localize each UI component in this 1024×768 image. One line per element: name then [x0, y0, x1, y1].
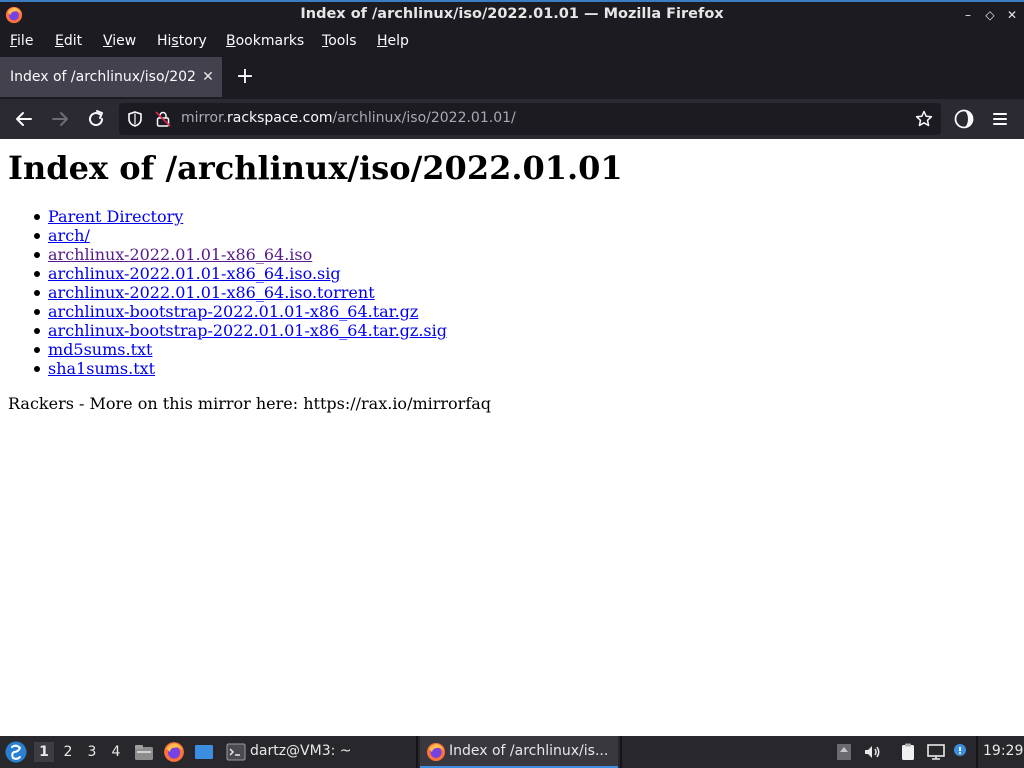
menu-history-mnemonic: s	[171, 33, 179, 49]
link-bootstrap-tar-sig[interactable]: archlinux-bootstrap-2022.01.01-x86_64.ta…	[48, 321, 447, 340]
reload-icon[interactable]	[84, 107, 108, 131]
terminal-icon	[226, 743, 246, 761]
tray-updates-icon[interactable]	[834, 742, 854, 762]
list-item: arch/	[34, 226, 447, 245]
task-firefox[interactable]: Index of /archlinux/is...	[420, 736, 618, 768]
menu-history-label: tory	[178, 33, 207, 49]
url-subdomain: mirror.	[181, 110, 227, 126]
url-text[interactable]: mirror.rackspace.com/archlinux/iso/2022.…	[181, 110, 516, 126]
link-iso[interactable]: archlinux-2022.01.01-x86_64.iso	[48, 245, 312, 264]
menu-bookmarks-label: ookmarks	[235, 33, 305, 49]
taskbar-separator	[620, 736, 622, 768]
taskbar-separator	[976, 736, 978, 768]
menu-file[interactable]: File	[10, 33, 33, 49]
workspace-1[interactable]: 1	[34, 742, 54, 762]
app-menu-hamburger-icon[interactable]	[988, 107, 1012, 131]
menu-file-mnemonic: F	[10, 33, 18, 49]
menu-file-label: ile	[17, 33, 34, 49]
list-item: archlinux-2022.01.01-x86_64.iso	[34, 245, 447, 264]
address-bar[interactable]: mirror.rackspace.com/archlinux/iso/2022.…	[119, 103, 941, 135]
list-item: archlinux-2022.01.01-x86_64.iso.sig	[34, 264, 447, 283]
menu-tools[interactable]: Tools	[322, 33, 357, 49]
menu-bookmarks-mnemonic: B	[226, 33, 236, 49]
link-bootstrap-tar[interactable]: archlinux-bootstrap-2022.01.01-x86_64.ta…	[48, 302, 418, 321]
list-item: archlinux-bootstrap-2022.01.01-x86_64.ta…	[34, 321, 447, 340]
page-heading: Index of /archlinux/iso/2022.01.01	[8, 149, 623, 187]
link-sha1sums[interactable]: sha1sums.txt	[48, 359, 155, 378]
show-desktop-icon[interactable]	[193, 741, 215, 763]
mirror-footer-text: Rackers - More on this mirror here: http…	[8, 394, 492, 413]
menu-view[interactable]: View	[103, 33, 136, 49]
new-tab-button[interactable]: +	[234, 65, 256, 89]
link-iso-sig[interactable]: archlinux-2022.01.01-x86_64.iso.sig	[48, 264, 341, 283]
clock[interactable]: 19:29	[983, 743, 1023, 759]
menu-view-label: iew	[112, 33, 137, 49]
firefox-launcher-icon[interactable]	[163, 741, 185, 763]
workspace-4[interactable]: 4	[106, 742, 126, 762]
menu-view-mnemonic: V	[103, 33, 113, 49]
directory-listing: Parent Directory arch/ archlinux-2022.01…	[34, 207, 447, 378]
task-terminal-label: dartz@VM3: ~	[250, 743, 352, 759]
list-item: archlinux-2022.01.01-x86_64.iso.torrent	[34, 283, 447, 302]
window-titlebar[interactable]: Index of /archlinux/iso/2022.01.01 — Moz…	[0, 0, 1024, 29]
tab-title: Index of /archlinux/iso/2022	[10, 69, 195, 85]
page-content: Index of /archlinux/iso/2022.01.01 Paren…	[0, 139, 1024, 736]
bookmark-star-icon[interactable]	[914, 109, 934, 129]
url-path: /archlinux/iso/2022.01.01/	[332, 110, 516, 126]
workspace-2[interactable]: 2	[58, 742, 78, 762]
task-firefox-label: Index of /archlinux/is...	[449, 743, 609, 759]
network-icon[interactable]	[926, 742, 946, 762]
list-item: md5sums.txt	[34, 340, 447, 359]
menu-help[interactable]: Help	[377, 33, 409, 49]
link-iso-torrent[interactable]: archlinux-2022.01.01-x86_64.iso.torrent	[48, 283, 375, 302]
window-title: Index of /archlinux/iso/2022.01.01 — Moz…	[300, 6, 724, 22]
close-window-button[interactable]: ✕	[1003, 5, 1021, 25]
tab-strip: Index of /archlinux/iso/2022 ✕ +	[0, 57, 1024, 99]
list-item: Parent Directory	[34, 207, 447, 226]
account-icon[interactable]	[952, 107, 976, 131]
menu-tools-label: ools	[328, 33, 357, 49]
taskbar-separator	[416, 736, 418, 768]
minimize-button[interactable]: –	[959, 5, 977, 25]
clipboard-icon[interactable]	[898, 742, 918, 762]
link-arch-dir[interactable]: arch/	[48, 226, 90, 245]
menu-edit-mnemonic: E	[55, 33, 64, 49]
restore-button[interactable]: ◇	[981, 5, 999, 25]
menu-edit-label: dit	[63, 33, 83, 49]
back-icon[interactable]	[12, 107, 36, 131]
workspace-3[interactable]: 3	[82, 742, 102, 762]
menu-bookmarks[interactable]: Bookmarks	[226, 33, 304, 49]
navigation-toolbar: mirror.rackspace.com/archlinux/iso/2022.…	[0, 99, 1024, 139]
volume-icon[interactable]	[862, 742, 882, 762]
start-menu-icon[interactable]	[4, 740, 28, 764]
link-md5sums[interactable]: md5sums.txt	[48, 340, 152, 359]
menu-history-pre: Hi	[157, 33, 172, 49]
list-item: sha1sums.txt	[34, 359, 447, 378]
list-item: archlinux-bootstrap-2022.01.01-x86_64.ta…	[34, 302, 447, 321]
tab-close-icon[interactable]: ✕	[200, 67, 216, 87]
notification-icon[interactable]	[950, 742, 970, 762]
tab-active[interactable]: Index of /archlinux/iso/2022 ✕	[0, 57, 222, 97]
file-manager-icon[interactable]	[133, 741, 155, 763]
menu-history[interactable]: History	[157, 33, 207, 49]
tracking-protection-shield-icon[interactable]	[126, 110, 144, 128]
menubar: File Edit View History Bookmarks Tools H…	[0, 29, 1024, 57]
task-terminal[interactable]: dartz@VM3: ~	[222, 736, 414, 768]
link-parent-directory[interactable]: Parent Directory	[48, 207, 183, 226]
insecure-lock-icon[interactable]	[154, 110, 172, 128]
taskbar: 1 2 3 4 dartz@VM3: ~ Index of /archlinux…	[0, 736, 1024, 768]
url-domain: rackspace.com	[226, 110, 333, 126]
firefox-task-icon	[427, 743, 445, 761]
menu-edit[interactable]: Edit	[55, 33, 82, 49]
forward-icon[interactable]	[48, 107, 72, 131]
menu-help-label: elp	[387, 33, 409, 49]
menu-help-mnemonic: H	[377, 33, 388, 49]
